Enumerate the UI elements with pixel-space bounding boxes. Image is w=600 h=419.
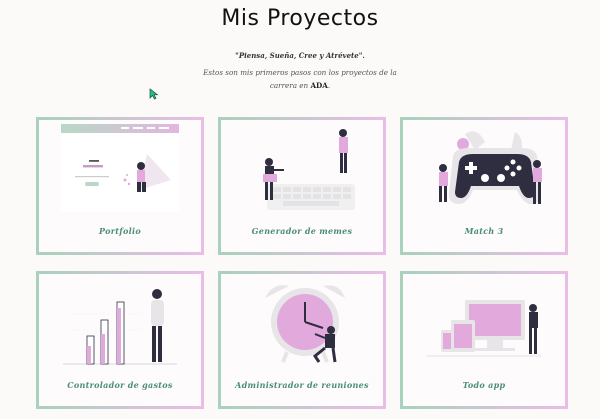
description: Estos son mis primeros pasos con los pro…: [203, 68, 397, 90]
project-card-meeting-manager[interactable]: Administrador de reuniones: [218, 271, 386, 409]
project-label[interactable]: Todo app: [403, 380, 565, 390]
project-label[interactable]: Match 3: [403, 226, 565, 236]
ada-highlight: ADA: [310, 81, 328, 90]
project-card-expense-tracker[interactable]: Controlador de gastos: [36, 271, 204, 409]
gamepad-illustration: [439, 131, 542, 204]
project-card-match-3[interactable]: Match 3: [400, 117, 568, 255]
project-card-portfolio[interactable]: Portfolio: [36, 117, 204, 255]
project-label[interactable]: Administrador de reuniones: [221, 380, 383, 390]
project-label[interactable]: Generador de memes: [221, 226, 383, 236]
alarm-clock-illustration: [265, 285, 345, 363]
project-card-meme-generator[interactable]: Generador de memes: [218, 117, 386, 255]
portfolio-illustration: [61, 124, 179, 212]
devices-illustration: [427, 300, 541, 357]
project-label[interactable]: Portfolio: [39, 226, 201, 236]
project-label[interactable]: Controlador de gastos: [39, 380, 201, 390]
bar-chart-illustration: [63, 289, 177, 365]
project-card-todo-app[interactable]: Todo app: [400, 271, 568, 409]
quote: "Piensa, Sueña, Cree y Atrévete".: [235, 51, 365, 60]
mouse-cursor-icon: [149, 88, 159, 100]
meme-generator-illustration: [263, 129, 355, 210]
page-title: Mis Proyectos: [221, 6, 379, 31]
